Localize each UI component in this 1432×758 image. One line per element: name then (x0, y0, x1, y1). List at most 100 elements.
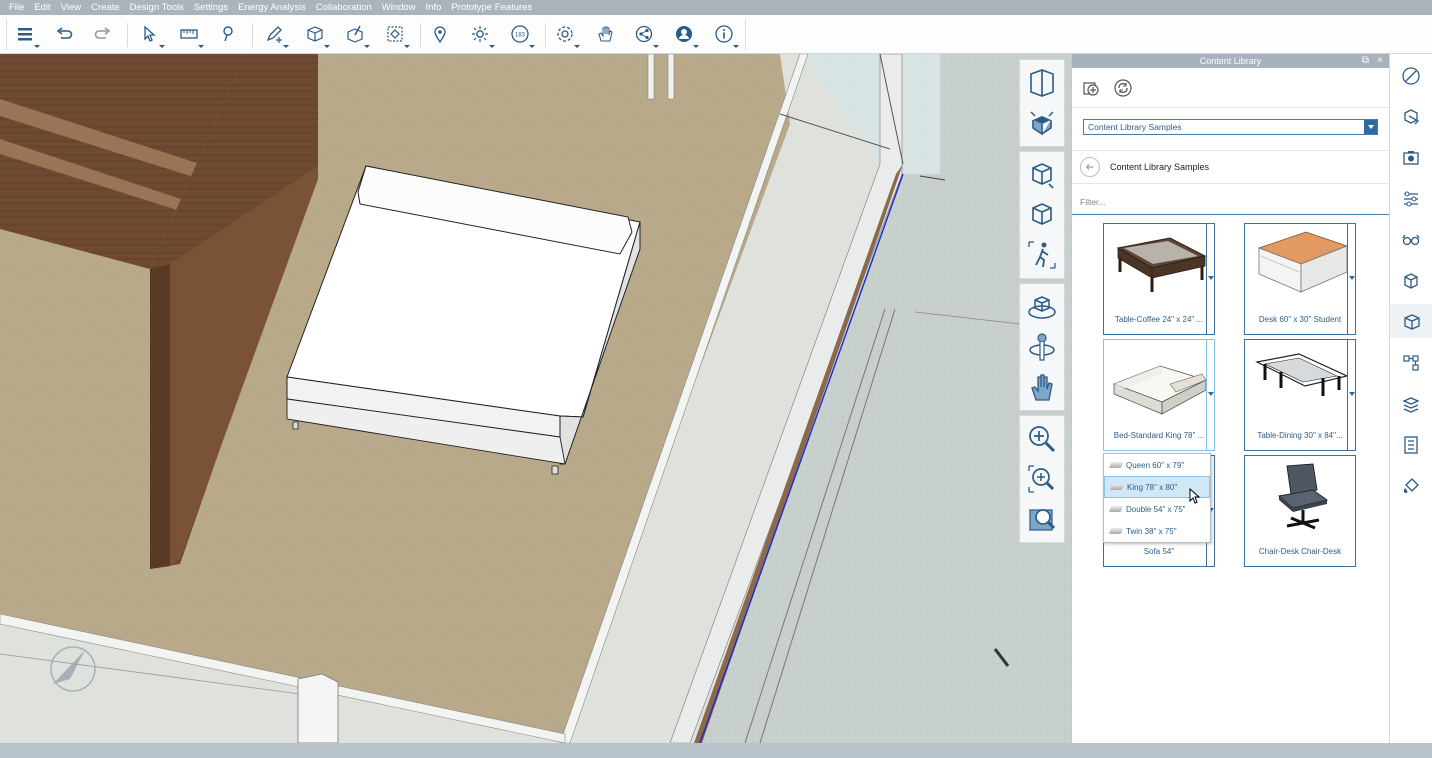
breadcrumb: Content Library Samples (1072, 150, 1389, 184)
levels-icon[interactable] (1399, 392, 1423, 416)
chevron-down-icon[interactable] (1364, 120, 1377, 134)
pencil-sketch-icon[interactable] (262, 22, 289, 48)
library-item-name: Bed-Standard King 78" ... (1113, 431, 1205, 440)
hand-pan-icon[interactable] (593, 22, 617, 46)
orbit-group (1019, 283, 1065, 411)
components-icon[interactable] (1399, 351, 1423, 375)
zoom-in-icon[interactable] (1020, 419, 1064, 459)
menu-collaboration[interactable]: Collaboration (311, 0, 377, 15)
select-icon[interactable] (138, 22, 165, 48)
perspective-icon[interactable] (1020, 63, 1064, 103)
size-option-label: King 78" x 80" (1127, 482, 1178, 492)
zoom-window-icon[interactable] (1020, 459, 1064, 499)
menu-settings[interactable]: Settings (189, 0, 233, 15)
measure-icon[interactable] (177, 22, 204, 48)
properties-icon[interactable] (1399, 433, 1423, 457)
size-option-label: Queen 60" x 79" (1126, 460, 1185, 470)
back-arrow-icon[interactable] (1080, 157, 1100, 177)
library-item-king-bed[interactable]: Bed-Standard King 78" ... (1103, 339, 1215, 451)
view-glasses-icon[interactable] (1399, 228, 1423, 252)
main-toolbar: 183 (0, 15, 1432, 54)
menu-energy-analysis[interactable]: Energy Analysis (233, 0, 311, 15)
bed-size-icon (1108, 462, 1124, 468)
menu-info[interactable]: Info (421, 0, 447, 15)
pin-icon[interactable] (216, 22, 240, 46)
orthographic-icon[interactable] (1020, 195, 1064, 235)
orbit-icon[interactable] (1020, 287, 1064, 327)
dining-table-thumbnail (1255, 353, 1349, 396)
size-option-queen[interactable]: Queen 60" x 79" (1104, 454, 1210, 476)
content-library-icon[interactable] (1390, 304, 1432, 338)
pan-hand-icon[interactable] (1020, 367, 1064, 407)
menu-view[interactable]: View (56, 0, 86, 15)
add-library-icon[interactable] (1080, 77, 1102, 99)
library-item-coffee-table[interactable]: Table-Coffee 24" x 24" ... (1103, 223, 1215, 335)
chair-thumbnail (1277, 463, 1329, 530)
panel-title-bar: Content Library ⧉ × (1072, 54, 1389, 68)
menu-bar: File Edit View Create Design Tools Setti… (0, 0, 1432, 15)
right-panel-strip (1389, 54, 1432, 743)
toolbar-separator (545, 23, 546, 47)
walk-icon[interactable] (1020, 235, 1064, 275)
refresh-icon[interactable] (1112, 77, 1134, 99)
size-dropdown-toggle[interactable] (1206, 223, 1215, 335)
menu-list-icon[interactable] (13, 22, 40, 48)
menu-design-tools[interactable]: Design Tools (125, 0, 189, 15)
filter-input[interactable]: Filter... (1072, 191, 1389, 215)
date-text: 183 (515, 33, 526, 39)
size-dropdown-toggle[interactable] (1347, 339, 1356, 451)
zoom-group (1019, 415, 1065, 543)
menu-create[interactable]: Create (86, 0, 125, 15)
library-item-name: Table-Dining 30" x 84"... (1257, 431, 1343, 440)
menu-window[interactable]: Window (377, 0, 421, 15)
toolbar-separator (420, 23, 421, 47)
layers-icon[interactable] (1399, 187, 1423, 211)
sun-icon[interactable] (468, 22, 495, 48)
library-item-name: Table-Coffee 24" x 24" ... (1114, 315, 1204, 324)
status-bar (0, 743, 1432, 758)
box-modify-icon[interactable] (343, 22, 370, 48)
menu-file[interactable]: File (4, 0, 29, 15)
account-icon[interactable] (672, 22, 699, 48)
library-item-name: Desk 60" x 30" Student (1258, 315, 1342, 324)
size-option-label: Twin 38" x 75" (1126, 526, 1177, 536)
styles-icon[interactable] (1399, 105, 1423, 129)
view-cube-icon[interactable] (1020, 155, 1064, 195)
toolbar-separator (127, 23, 128, 47)
date-icon[interactable]: 183 (508, 22, 535, 48)
location-pin-icon[interactable] (428, 22, 452, 46)
paint-icon[interactable] (1399, 474, 1423, 498)
toolbar-separator (252, 23, 253, 47)
box-create-icon[interactable] (303, 22, 330, 48)
size-dropdown-toggle[interactable] (1206, 339, 1215, 451)
scenes-icon[interactable] (1399, 146, 1423, 170)
size-option-label: Double 54" x 75" (1126, 504, 1186, 514)
share-icon[interactable] (632, 22, 659, 48)
size-option-twin[interactable]: Twin 38" x 75" (1104, 520, 1210, 542)
library-item-student-desk[interactable]: Desk 60" x 30" Student (1244, 223, 1356, 335)
model-browser-icon[interactable] (1399, 269, 1423, 293)
bed-size-icon (1108, 528, 1124, 534)
undo-icon[interactable] (52, 22, 76, 46)
frame-icon[interactable] (383, 22, 410, 48)
model-scene (0, 54, 1071, 743)
info-icon[interactable] (712, 22, 739, 48)
redo-icon[interactable] (91, 22, 115, 46)
formit-app-window: File Edit View Create Design Tools Setti… (0, 0, 1432, 758)
look-around-icon[interactable] (1020, 327, 1064, 367)
dock-icon[interactable]: ⧉ (1362, 54, 1369, 68)
size-dropdown-toggle[interactable] (1347, 223, 1356, 335)
materials-icon[interactable] (1399, 64, 1423, 88)
close-icon[interactable]: × (1377, 54, 1383, 68)
library-item-dining-table[interactable]: Table-Dining 30" x 84"... (1244, 339, 1356, 451)
zoom-extents-icon[interactable] (1020, 499, 1064, 539)
settings-gear-icon[interactable] (553, 22, 580, 48)
coffee-table-thumbnail (1116, 237, 1207, 292)
home-view-icon[interactable] (1020, 103, 1064, 143)
size-option-king[interactable]: King 78" x 80" (1104, 476, 1210, 504)
menu-edit[interactable]: Edit (29, 0, 55, 15)
menu-prototype-features[interactable]: Prototype Features (446, 0, 537, 15)
3d-viewport[interactable] (0, 54, 1071, 743)
library-item-desk-chair[interactable]: Chair-Desk Chair-Desk (1244, 455, 1356, 567)
library-select[interactable]: Content Library Samples (1083, 119, 1378, 135)
